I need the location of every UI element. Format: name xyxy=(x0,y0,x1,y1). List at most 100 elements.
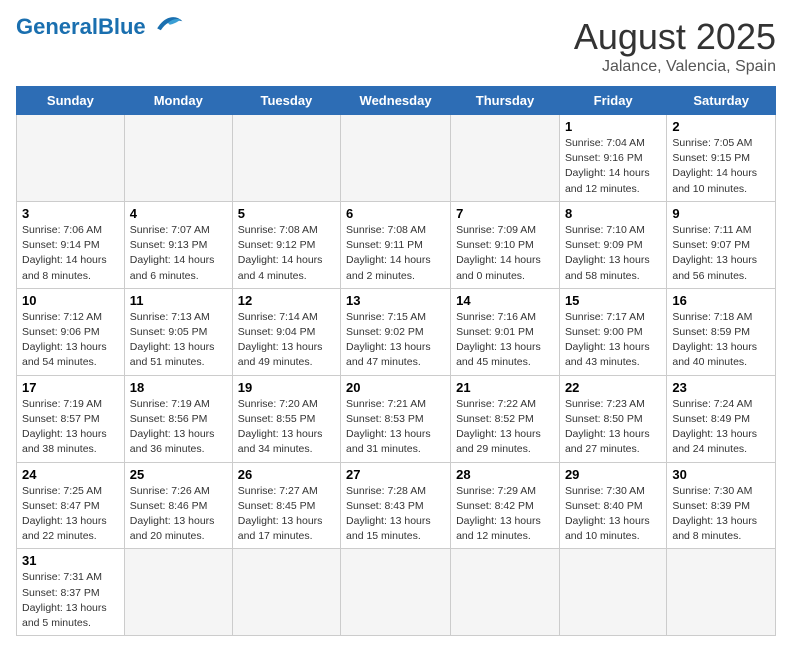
day-number: 27 xyxy=(346,467,445,482)
calendar-day-cell xyxy=(559,549,666,636)
calendar-week-row: 24Sunrise: 7:25 AM Sunset: 8:47 PM Dayli… xyxy=(17,462,776,549)
day-number: 25 xyxy=(130,467,227,482)
calendar-day-cell: 6 Sunrise: 7:08 AM Sunset: 9:11 PM Daylig… xyxy=(341,201,451,288)
day-info: Sunrise: 7:29 AM Sunset: 8:42 PM Dayligh… xyxy=(456,484,554,545)
calendar-header-row: SundayMondayTuesdayWednesdayThursdayFrid… xyxy=(17,87,776,115)
calendar-day-cell xyxy=(451,115,560,202)
day-info: Sunrise: 7:28 AM Sunset: 8:43 PM Dayligh… xyxy=(346,484,445,545)
day-number: 20 xyxy=(346,380,445,395)
day-info: Sunrise: 7:07 AM Sunset: 9:13 PM Dayligh… xyxy=(130,223,227,284)
calendar-day-cell: 18 Sunrise: 7:19 AM Sunset: 8:56 PM Dayli… xyxy=(124,375,232,462)
day-number: 11 xyxy=(130,293,227,308)
calendar-day-cell: 24Sunrise: 7:25 AM Sunset: 8:47 PM Dayli… xyxy=(17,462,125,549)
calendar-day-cell: 21Sunrise: 7:22 AM Sunset: 8:52 PM Dayli… xyxy=(451,375,560,462)
calendar-day-cell: 7 Sunrise: 7:09 AM Sunset: 9:10 PM Daylig… xyxy=(451,201,560,288)
calendar-day-cell: 12Sunrise: 7:14 AM Sunset: 9:04 PM Dayli… xyxy=(232,288,340,375)
calendar-day-cell xyxy=(124,549,232,636)
header-friday: Friday xyxy=(559,87,666,115)
calendar-table: SundayMondayTuesdayWednesdayThursdayFrid… xyxy=(16,86,776,636)
calendar-day-cell: 5 Sunrise: 7:08 AM Sunset: 9:12 PM Daylig… xyxy=(232,201,340,288)
calendar-day-cell: 28 Sunrise: 7:29 AM Sunset: 8:42 PM Dayli… xyxy=(451,462,560,549)
month-year-title: August 2025 xyxy=(574,16,776,58)
calendar-day-cell: 14 Sunrise: 7:16 AM Sunset: 9:01 PM Dayli… xyxy=(451,288,560,375)
day-number: 14 xyxy=(456,293,554,308)
day-info: Sunrise: 7:21 AM Sunset: 8:53 PM Dayligh… xyxy=(346,397,445,458)
day-number: 7 xyxy=(456,206,554,221)
day-number: 2 xyxy=(672,119,770,134)
header-tuesday: Tuesday xyxy=(232,87,340,115)
day-info: Sunrise: 7:11 AM Sunset: 9:07 PM Dayligh… xyxy=(672,223,770,284)
header-thursday: Thursday xyxy=(451,87,560,115)
title-block: August 2025 Jalance, Valencia, Spain xyxy=(574,16,776,76)
calendar-week-row: 3Sunrise: 7:06 AM Sunset: 9:14 PM Daylig… xyxy=(17,201,776,288)
calendar-day-cell: 30Sunrise: 7:30 AM Sunset: 8:39 PM Dayli… xyxy=(667,462,776,549)
day-info: Sunrise: 7:06 AM Sunset: 9:14 PM Dayligh… xyxy=(22,223,119,284)
calendar-day-cell: 16Sunrise: 7:18 AM Sunset: 8:59 PM Dayli… xyxy=(667,288,776,375)
calendar-day-cell: 23Sunrise: 7:24 AM Sunset: 8:49 PM Dayli… xyxy=(667,375,776,462)
calendar-day-cell xyxy=(341,115,451,202)
calendar-day-cell: 8 Sunrise: 7:10 AM Sunset: 9:09 PM Daylig… xyxy=(559,201,666,288)
day-number: 31 xyxy=(22,553,119,568)
day-info: Sunrise: 7:10 AM Sunset: 9:09 PM Dayligh… xyxy=(565,223,661,284)
calendar-day-cell xyxy=(341,549,451,636)
day-info: Sunrise: 7:08 AM Sunset: 9:11 PM Dayligh… xyxy=(346,223,445,284)
calendar-day-cell: 27 Sunrise: 7:28 AM Sunset: 8:43 PM Dayli… xyxy=(341,462,451,549)
header-monday: Monday xyxy=(124,87,232,115)
header-saturday: Saturday xyxy=(667,87,776,115)
day-number: 18 xyxy=(130,380,227,395)
calendar-day-cell: 19 Sunrise: 7:20 AM Sunset: 8:55 PM Dayli… xyxy=(232,375,340,462)
day-number: 26 xyxy=(238,467,335,482)
calendar-day-cell: 31 Sunrise: 7:31 AM Sunset: 8:37 PM Dayli… xyxy=(17,549,125,636)
day-info: Sunrise: 7:23 AM Sunset: 8:50 PM Dayligh… xyxy=(565,397,661,458)
day-info: Sunrise: 7:14 AM Sunset: 9:04 PM Dayligh… xyxy=(238,310,335,371)
day-number: 17 xyxy=(22,380,119,395)
day-info: Sunrise: 7:15 AM Sunset: 9:02 PM Dayligh… xyxy=(346,310,445,371)
day-info: Sunrise: 7:05 AM Sunset: 9:15 PM Dayligh… xyxy=(672,136,770,197)
day-number: 28 xyxy=(456,467,554,482)
calendar-day-cell xyxy=(232,115,340,202)
day-info: Sunrise: 7:26 AM Sunset: 8:46 PM Dayligh… xyxy=(130,484,227,545)
page-header: GeneralBlue August 2025 Jalance, Valenci… xyxy=(16,16,776,76)
day-number: 16 xyxy=(672,293,770,308)
logo-text: GeneralBlue xyxy=(16,16,146,38)
calendar-week-row: 17Sunrise: 7:19 AM Sunset: 8:57 PM Dayli… xyxy=(17,375,776,462)
calendar-day-cell xyxy=(667,549,776,636)
day-number: 19 xyxy=(238,380,335,395)
day-info: Sunrise: 7:31 AM Sunset: 8:37 PM Dayligh… xyxy=(22,570,119,631)
calendar-day-cell xyxy=(17,115,125,202)
day-number: 8 xyxy=(565,206,661,221)
day-number: 22 xyxy=(565,380,661,395)
day-info: Sunrise: 7:19 AM Sunset: 8:56 PM Dayligh… xyxy=(130,397,227,458)
logo-general: General xyxy=(16,14,98,39)
day-number: 21 xyxy=(456,380,554,395)
calendar-day-cell xyxy=(124,115,232,202)
day-number: 6 xyxy=(346,206,445,221)
day-number: 9 xyxy=(672,206,770,221)
day-number: 10 xyxy=(22,293,119,308)
day-info: Sunrise: 7:30 AM Sunset: 8:40 PM Dayligh… xyxy=(565,484,661,545)
day-number: 29 xyxy=(565,467,661,482)
day-info: Sunrise: 7:16 AM Sunset: 9:01 PM Dayligh… xyxy=(456,310,554,371)
day-number: 15 xyxy=(565,293,661,308)
logo-blue: Blue xyxy=(98,14,146,39)
day-info: Sunrise: 7:08 AM Sunset: 9:12 PM Dayligh… xyxy=(238,223,335,284)
calendar-day-cell: 29 Sunrise: 7:30 AM Sunset: 8:40 PM Dayli… xyxy=(559,462,666,549)
logo-bird-icon xyxy=(150,12,186,34)
day-info: Sunrise: 7:27 AM Sunset: 8:45 PM Dayligh… xyxy=(238,484,335,545)
day-number: 24 xyxy=(22,467,119,482)
day-number: 30 xyxy=(672,467,770,482)
logo: GeneralBlue xyxy=(16,16,186,38)
calendar-day-cell: 9 Sunrise: 7:11 AM Sunset: 9:07 PM Daylig… xyxy=(667,201,776,288)
calendar-week-row: 1Sunrise: 7:04 AM Sunset: 9:16 PM Daylig… xyxy=(17,115,776,202)
calendar-week-row: 10 Sunrise: 7:12 AM Sunset: 9:06 PM Dayli… xyxy=(17,288,776,375)
calendar-day-cell: 22 Sunrise: 7:23 AM Sunset: 8:50 PM Dayli… xyxy=(559,375,666,462)
day-info: Sunrise: 7:12 AM Sunset: 9:06 PM Dayligh… xyxy=(22,310,119,371)
day-info: Sunrise: 7:09 AM Sunset: 9:10 PM Dayligh… xyxy=(456,223,554,284)
calendar-week-row: 31 Sunrise: 7:31 AM Sunset: 8:37 PM Dayli… xyxy=(17,549,776,636)
header-sunday: Sunday xyxy=(17,87,125,115)
calendar-day-cell: 26 Sunrise: 7:27 AM Sunset: 8:45 PM Dayli… xyxy=(232,462,340,549)
calendar-day-cell: 25 Sunrise: 7:26 AM Sunset: 8:46 PM Dayli… xyxy=(124,462,232,549)
day-number: 5 xyxy=(238,206,335,221)
day-info: Sunrise: 7:20 AM Sunset: 8:55 PM Dayligh… xyxy=(238,397,335,458)
day-number: 1 xyxy=(565,119,661,134)
